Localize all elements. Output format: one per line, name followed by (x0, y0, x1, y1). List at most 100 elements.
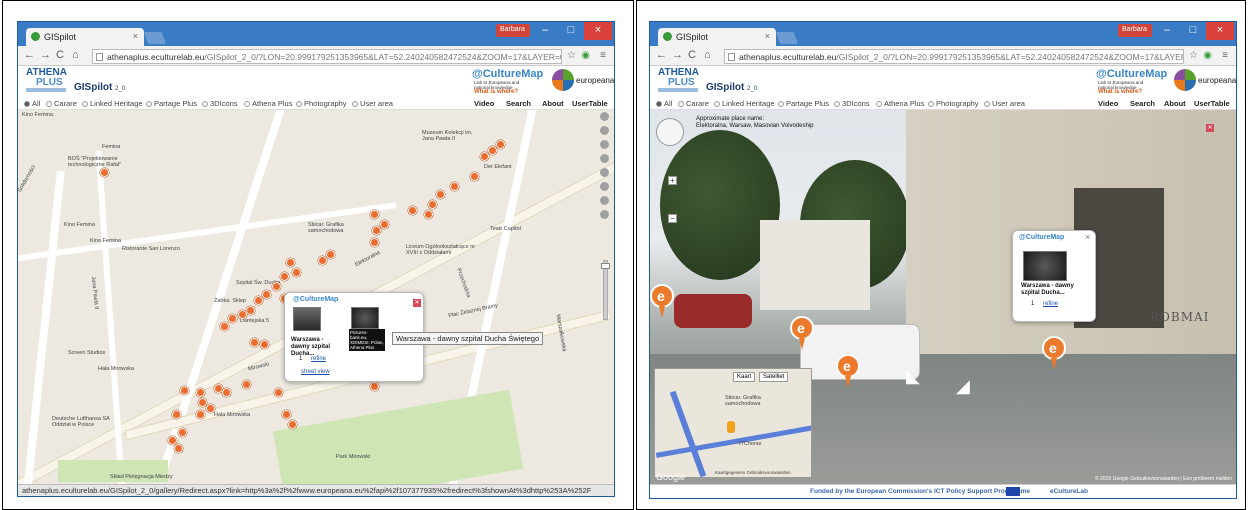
europeana-globe-icon[interactable] (1174, 69, 1196, 91)
tool-icon[interactable] (600, 140, 609, 149)
heritage-marker[interactable] (196, 410, 205, 419)
minimize-button[interactable]: – (532, 22, 558, 40)
heritage-marker[interactable] (180, 386, 189, 395)
culturemap-logo[interactable]: @CultureMap (472, 68, 543, 80)
map-type-tab[interactable]: Kaart (733, 372, 756, 382)
heritage-marker[interactable] (370, 210, 379, 219)
europeana-pin-icon[interactable]: e (790, 316, 814, 350)
heritage-marker[interactable] (380, 220, 389, 229)
tool-icon[interactable] (600, 154, 609, 163)
address-bar[interactable]: athenaplus.eculturelab.eu/GISpilot_2_0/?… (92, 49, 562, 64)
layer-3dicons[interactable]: 3DIcons (202, 99, 238, 108)
item-thumbnail-2[interactable] (351, 307, 379, 329)
layer-carare[interactable]: Carare (46, 99, 77, 108)
usertable-link[interactable]: UserTable (572, 99, 608, 108)
heritage-marker[interactable] (436, 190, 445, 199)
heritage-marker[interactable] (370, 382, 379, 391)
navigate-left-arrow-icon[interactable]: ◣ (906, 366, 920, 387)
reload-icon[interactable]: C (688, 49, 696, 61)
home-icon[interactable]: ⌂ (72, 49, 79, 61)
layer-all[interactable]: All (24, 99, 40, 108)
heritage-marker[interactable] (228, 314, 237, 323)
user-badge[interactable]: Barbara (1118, 24, 1152, 37)
new-tab-button[interactable] (143, 32, 167, 44)
layer-3dicons[interactable]: 3DIcons (834, 99, 870, 108)
heritage-marker[interactable] (220, 322, 229, 331)
zoom-slider[interactable] (601, 260, 610, 320)
popup-close-icon[interactable]: × (1085, 232, 1090, 242)
heritage-marker[interactable] (318, 256, 327, 265)
athena-plus-logo[interactable]: ATHENA PLUS (658, 68, 699, 88)
heritage-marker[interactable] (274, 388, 283, 397)
heritage-marker[interactable] (238, 310, 247, 319)
heritage-marker[interactable] (292, 268, 301, 277)
home-icon[interactable]: ⌂ (704, 49, 711, 61)
heritage-marker[interactable] (250, 338, 259, 347)
menu-icon[interactable]: ≡ (600, 50, 606, 61)
heritage-marker[interactable] (100, 168, 109, 177)
item-thumbnail[interactable] (1023, 251, 1067, 281)
europeana-globe-icon[interactable] (552, 69, 574, 91)
forward-icon[interactable]: → (672, 49, 683, 61)
satellite-type-tab[interactable]: Satelliet (759, 372, 789, 382)
new-tab-button[interactable] (775, 32, 799, 44)
heritage-marker[interactable] (496, 140, 505, 149)
heritage-marker[interactable] (372, 226, 381, 235)
europeana-pin-icon[interactable]: e (650, 284, 674, 318)
layer-carare[interactable]: Carare (678, 99, 709, 108)
close-streetview-icon[interactable]: ✕ (1206, 124, 1214, 132)
heritage-marker[interactable] (450, 182, 459, 191)
heritage-marker[interactable] (488, 146, 497, 155)
usertable-link[interactable]: UserTable (1194, 99, 1230, 108)
close-window-button[interactable]: × (1206, 22, 1234, 40)
refine-link[interactable]: refine (1043, 301, 1058, 307)
pegman-icon[interactable] (600, 210, 609, 219)
zoom-in-button[interactable]: + (668, 176, 677, 185)
tool-icon[interactable] (600, 182, 609, 191)
extension-icon[interactable]: ◉ (1203, 50, 1212, 61)
mini-map[interactable]: Kaart Satelliet Stiicar. Grafika samocho… (654, 368, 812, 478)
tab-close-icon[interactable]: × (133, 31, 138, 41)
heritage-marker[interactable] (242, 380, 251, 389)
layer-athena-plus[interactable]: Athena Plus (876, 99, 924, 108)
user-badge[interactable]: Barbara (496, 24, 530, 37)
about-link[interactable]: About (1164, 99, 1186, 108)
layer-user-area[interactable]: User area (352, 99, 393, 108)
heritage-marker[interactable] (424, 210, 433, 219)
heritage-marker[interactable] (196, 388, 205, 397)
layer-all[interactable]: All (656, 99, 672, 108)
menu-icon[interactable]: ≡ (1222, 50, 1228, 61)
heritage-marker[interactable] (260, 340, 269, 349)
tab-close-icon[interactable]: × (765, 31, 770, 41)
heritage-marker[interactable] (254, 296, 263, 305)
heritage-marker[interactable] (246, 306, 255, 315)
minimize-button[interactable]: – (1154, 22, 1180, 40)
europeana-pin-icon[interactable]: e (1042, 336, 1066, 370)
heritage-marker[interactable] (178, 428, 187, 437)
layer-linked-heritage[interactable]: Linked Heritage (82, 99, 143, 108)
layer-athena-plus[interactable]: Athena Plus (244, 99, 292, 108)
video-link[interactable]: Video (1098, 99, 1118, 108)
heritage-marker[interactable] (326, 250, 335, 259)
heritage-marker[interactable] (282, 410, 291, 419)
heritage-marker[interactable] (288, 420, 297, 429)
europeana-pin-icon[interactable]: e (836, 354, 860, 388)
pegman-icon[interactable] (727, 421, 735, 433)
tool-icon[interactable] (600, 168, 609, 177)
browser-tab[interactable]: GISpilot × (26, 28, 144, 46)
heritage-marker[interactable] (280, 272, 289, 281)
layer-partage-plus[interactable]: Partage Plus (778, 99, 829, 108)
heritage-marker[interactable] (370, 238, 379, 247)
tool-icon[interactable] (600, 126, 609, 135)
forward-icon[interactable]: → (40, 49, 51, 61)
star-icon[interactable]: ☆ (567, 50, 576, 61)
map-view[interactable]: Kino Femina Femina BOŚ "Projektowanie te… (18, 110, 614, 484)
back-icon[interactable]: ← (656, 49, 667, 61)
heritage-marker[interactable] (174, 444, 183, 453)
heritage-marker[interactable] (222, 388, 231, 397)
layer-partage-plus[interactable]: Partage Plus (146, 99, 197, 108)
heritage-marker[interactable] (172, 410, 181, 419)
back-icon[interactable]: ← (24, 49, 35, 61)
heritage-marker[interactable] (206, 404, 215, 413)
zoom-out-button[interactable]: − (668, 214, 677, 223)
